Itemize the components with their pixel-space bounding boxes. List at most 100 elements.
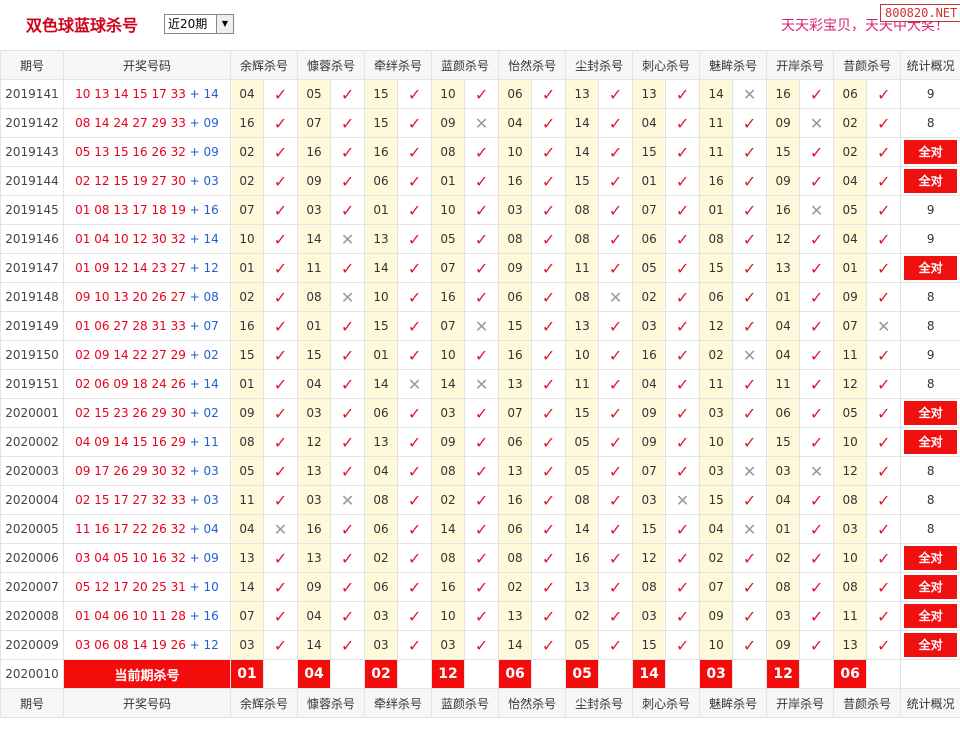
- kill-number-cell: 03: [364, 601, 399, 631]
- blue-ball: 11: [203, 435, 219, 449]
- kill-number-cell: 09: [766, 108, 801, 138]
- kill-number-cell: 13: [297, 543, 332, 573]
- checkmark-icon: ✓: [866, 369, 902, 399]
- checkmark-icon: ✓: [665, 311, 701, 341]
- kill-number-cell: 11: [565, 253, 600, 283]
- checkmark-icon: ✓: [397, 137, 433, 167]
- period-cell: 2020007: [0, 572, 64, 602]
- blue-ball: 14: [203, 87, 219, 101]
- checkmark-icon: ✓: [397, 456, 433, 486]
- checkmark-icon: ✓: [397, 79, 433, 109]
- kill-number-cell: 13: [230, 543, 264, 573]
- checkmark-icon: ✓: [598, 601, 634, 631]
- checkmark-icon: ✓: [732, 543, 768, 573]
- table-row: 2020009 03 06 08 14 19 26 + 12 03 ✓ 14 ✓ 03 ✓ 03…: [0, 630, 960, 660]
- checkmark-icon: ✓: [598, 630, 634, 660]
- red-balls: 01 04 10 12 30 32: [75, 232, 186, 246]
- plus-sign: +: [185, 551, 204, 565]
- kill-number-cell: 12: [833, 369, 868, 399]
- kill-number-cell: 16: [766, 79, 801, 109]
- kill-number-cell: 11: [699, 108, 734, 138]
- kill-number-cell: 16: [297, 137, 332, 167]
- current-kill-label: 当前期杀号: [63, 659, 231, 689]
- column-header: 怡然杀号: [498, 50, 567, 80]
- plus-sign: +: [185, 522, 204, 536]
- kill-number-cell: 08: [431, 456, 466, 486]
- all-correct-badge: 全对: [904, 633, 958, 657]
- checkmark-icon: ✓: [866, 427, 902, 457]
- draw-numbers-cell: 02 15 17 27 32 33 + 03: [63, 485, 231, 515]
- stat-cell: 8: [900, 311, 960, 341]
- blue-ball: 09: [203, 145, 219, 159]
- kill-number-cell: 07: [632, 456, 667, 486]
- column-header: 昔颜杀号: [833, 688, 902, 718]
- kill-number-cell: 13: [565, 79, 600, 109]
- checkmark-icon: ✓: [464, 195, 500, 225]
- kill-number-cell: 11: [833, 601, 868, 631]
- column-header: 蓝颜杀号: [431, 688, 500, 718]
- page-title: 双色球蓝球杀号: [26, 16, 139, 35]
- blue-ball: 16: [203, 203, 219, 217]
- kill-number-cell: 09: [297, 572, 332, 602]
- kill-number-cell: 15: [230, 340, 264, 370]
- checkmark-icon: ✓: [397, 340, 433, 370]
- period-cell: 2019148: [0, 282, 64, 312]
- plus-sign: +: [185, 174, 204, 188]
- header-row: 期号 开奖号码 余辉杀号 慷蓉杀号 牵绊杀号 蓝颜杀号 怡然杀号 尘封杀号 刺心杀号 魅眸杀号 开岸…: [0, 688, 960, 718]
- red-balls: 11 16 17 22 26 32: [75, 522, 186, 536]
- kill-number-cell: 08: [297, 282, 332, 312]
- checkmark-icon: ✓: [665, 282, 701, 312]
- red-balls: 03 06 08 14 19 26: [75, 638, 186, 652]
- kill-number-cell: 06: [766, 398, 801, 428]
- kill-number-cell: 08: [498, 224, 533, 254]
- kill-number-cell: 13: [498, 456, 533, 486]
- cross-icon: ✕: [665, 485, 701, 515]
- kill-number-cell: 04: [766, 340, 801, 370]
- checkmark-icon: ✓: [665, 369, 701, 399]
- kill-number-cell: 10: [431, 601, 466, 631]
- red-balls: 02 06 09 18 24 26: [75, 377, 186, 391]
- column-header: 牵绊杀号: [364, 50, 433, 80]
- column-header: 余辉杀号: [229, 688, 299, 718]
- kill-number-cell: 16: [297, 514, 332, 544]
- checkmark-icon: ✓: [330, 340, 366, 370]
- plus-sign: +: [185, 87, 204, 101]
- kill-number-cell: 08: [833, 572, 868, 602]
- column-header: 尘封杀号: [565, 50, 634, 80]
- cross-icon: ✕: [464, 311, 500, 341]
- kill-number-cell: 12: [632, 543, 667, 573]
- kill-number-cell: 04: [230, 514, 264, 544]
- plus-sign: +: [185, 348, 204, 362]
- checkmark-icon: ✓: [799, 369, 835, 399]
- kill-number-cell: 13: [364, 427, 399, 457]
- checkmark-icon: ✓: [262, 137, 299, 167]
- kill-number-cell: 08: [498, 543, 533, 573]
- site-badge[interactable]: 800820.NET: [880, 4, 960, 22]
- red-balls: 01 06 27 28 31 33: [75, 319, 186, 333]
- kill-number-cell: 08: [833, 485, 868, 515]
- kill-number-cell: 05: [565, 630, 600, 660]
- checkmark-icon: ✓: [866, 108, 902, 138]
- checkmark-icon: ✓: [732, 137, 768, 167]
- checkmark-icon: ✓: [330, 456, 366, 486]
- checkmark-icon: ✓: [598, 456, 634, 486]
- draw-numbers-cell: 04 09 14 15 16 29 + 11: [63, 427, 231, 457]
- checkmark-icon: ✓: [866, 514, 902, 544]
- kill-number-cell: 15: [766, 427, 801, 457]
- checkmark-icon: ✓: [598, 514, 634, 544]
- checkmark-icon: ✓: [866, 195, 902, 225]
- cross-icon: ✕: [397, 369, 433, 399]
- checkmark-icon: ✓: [866, 282, 902, 312]
- kill-number-cell: 06: [364, 398, 399, 428]
- checkmark-icon: ✓: [866, 456, 902, 486]
- kill-number-cell: 01: [632, 166, 667, 196]
- blank-cell: [531, 659, 567, 689]
- range-select[interactable]: 近20期 ▼: [164, 14, 234, 34]
- draw-numbers-cell: 05 13 15 16 26 32 + 09: [63, 137, 231, 167]
- kill-number-cell: 16: [230, 311, 264, 341]
- checkmark-icon: ✓: [330, 601, 366, 631]
- checkmark-icon: ✓: [799, 166, 835, 196]
- plus-sign: +: [185, 203, 204, 217]
- kill-number-cell: 10: [565, 340, 600, 370]
- blue-ball: 03: [203, 493, 219, 507]
